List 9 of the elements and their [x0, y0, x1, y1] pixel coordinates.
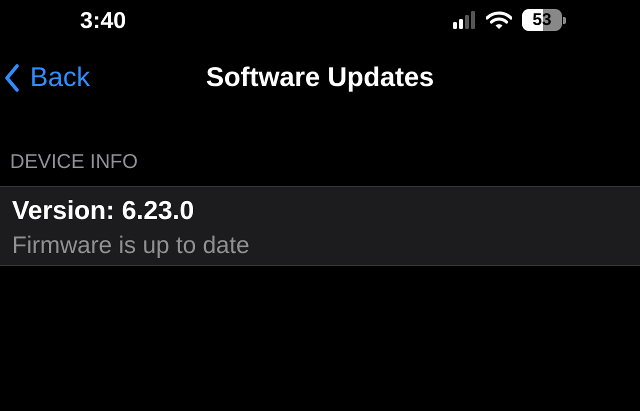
back-button[interactable]: Back [0, 62, 90, 93]
screen-title: Software Updates [206, 62, 434, 93]
section-header: DEVICE INFO [9, 150, 138, 174]
status-time: 3:40 [80, 6, 126, 34]
signal-icon [453, 11, 476, 29]
status-text: Firmware is up to date [12, 232, 250, 260]
chevron-left-icon [4, 64, 20, 92]
wifi-icon [486, 10, 512, 30]
version-label: Version: 6.23.0 [12, 195, 194, 226]
